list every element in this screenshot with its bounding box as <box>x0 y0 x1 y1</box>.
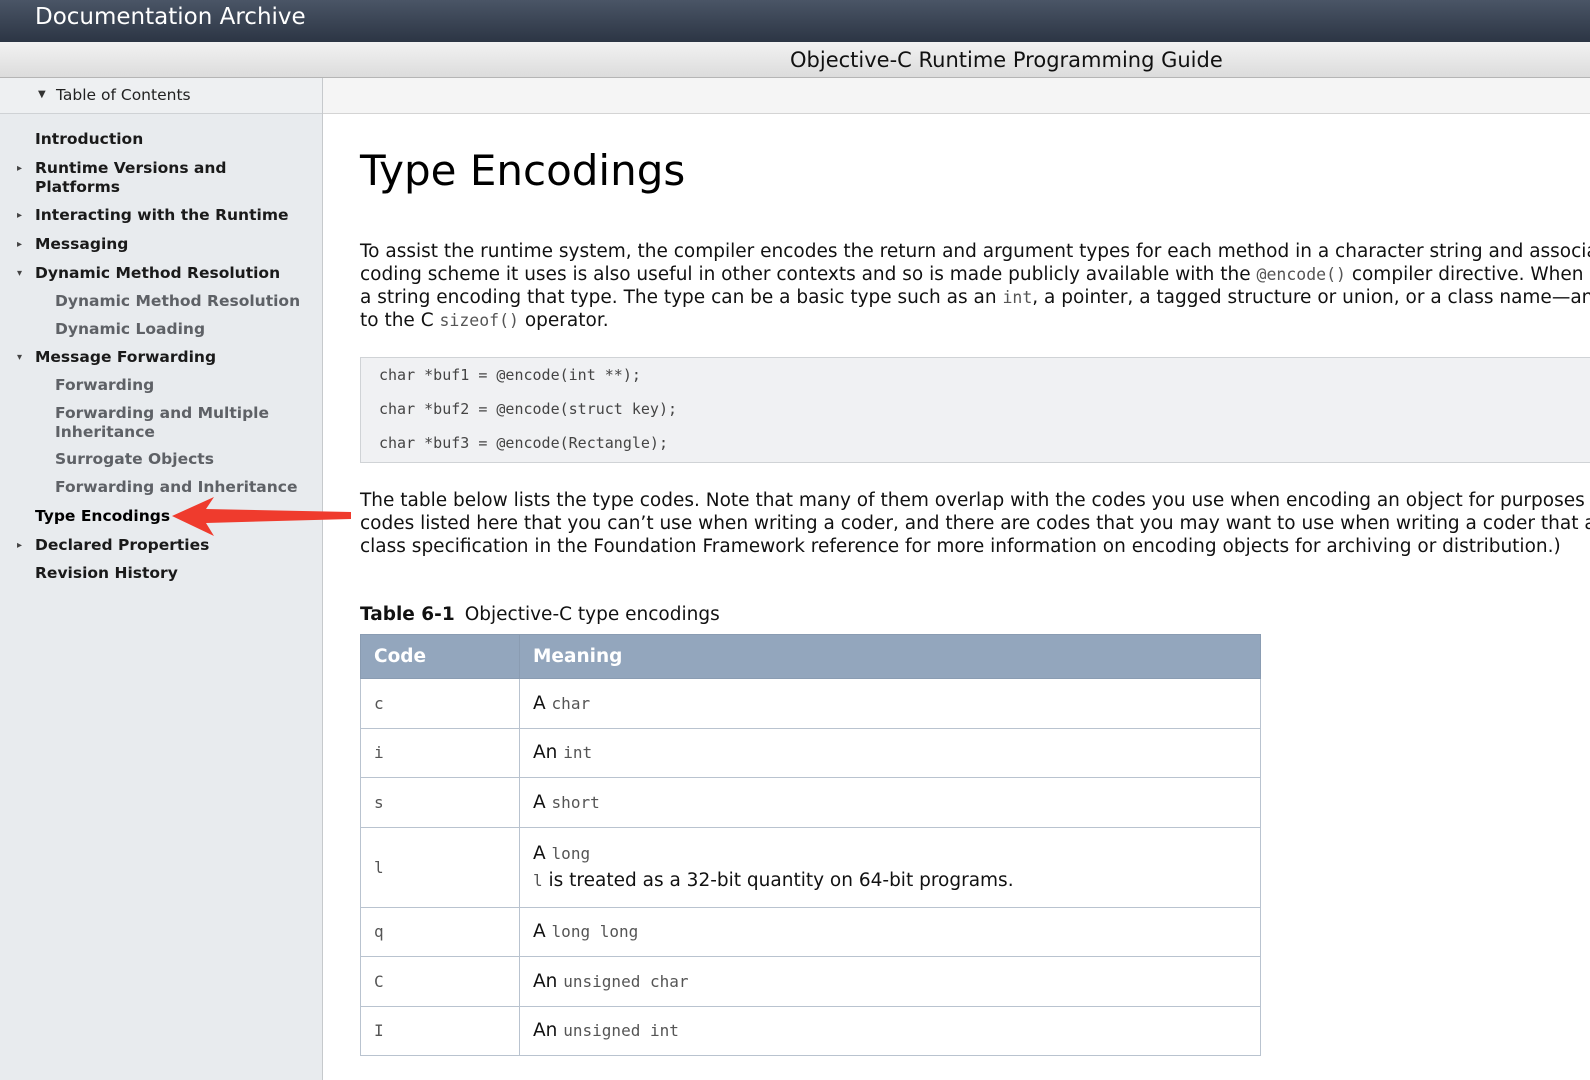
para2-line-1: The table below lists the type codes. No… <box>360 490 1590 511</box>
toc-item-label: Introduction <box>35 130 144 148</box>
toc-item-label: Dynamic Loading <box>55 320 206 338</box>
code-line: char *buf2 = @encode(struct key); <box>379 400 678 418</box>
app-window: Documentation Archive Objective-C Runtim… <box>0 0 1590 1080</box>
toc-item-label: Forwarding <box>55 376 155 394</box>
disclosure-collapsed-icon[interactable]: ▸ <box>17 210 22 221</box>
toc-item-label: Revision History <box>35 564 178 582</box>
table-number: Table 6-1 <box>360 604 455 625</box>
disclosure-collapsed-icon[interactable]: ▸ <box>17 540 22 551</box>
sizeof-code: sizeof() <box>439 311 519 330</box>
meaning-cell: A char <box>519 678 1261 729</box>
toc-item-label: Surrogate Objects <box>55 450 214 468</box>
disclosure-expanded-icon[interactable]: ▾ <box>17 352 22 363</box>
toc-item-label: Dynamic Method Resolution <box>35 264 281 282</box>
toc-item-label: Message Forwarding <box>35 348 217 366</box>
toc-item-label: Type Encodings <box>35 507 171 525</box>
para2-line-3: class specification in the Foundation Fr… <box>360 536 1561 557</box>
meaning-cell: A short <box>519 777 1261 828</box>
table-row: i An int <box>360 727 1261 778</box>
type-name-code: long <box>551 844 591 863</box>
intro-line-3: a string encoding that type. The type ca… <box>360 287 1590 308</box>
disclosure-collapsed-icon[interactable]: ▸ <box>17 239 22 250</box>
type-name-code: short <box>551 792 600 812</box>
int-code: int <box>1002 288 1033 307</box>
code-cell: c <box>360 678 520 729</box>
para2-line-2: codes listed here that you can’t use whe… <box>360 513 1590 534</box>
intro-line-1: To assist the runtime system, the compil… <box>360 241 1590 262</box>
toc-header[interactable]: ▼ Table of Contents <box>0 78 322 114</box>
disclosure-expanded-icon[interactable]: ▾ <box>17 268 22 279</box>
table-title: Objective-C type encodings <box>464 604 720 625</box>
encode-directive-code: @encode() <box>1256 265 1346 284</box>
type-name-code: int <box>563 743 593 763</box>
table-row: sA short <box>360 777 1261 828</box>
code-cell: I <box>360 1005 520 1056</box>
table-row: cA char <box>360 678 1261 729</box>
triangle-down-icon[interactable]: ▼ <box>38 89 46 100</box>
table-row: C An unsigned char <box>360 956 1261 1007</box>
meaning-cell: A long l is treated as a 32-bit quantity … <box>519 826 1261 908</box>
type-name-code: long long <box>551 922 639 942</box>
column-header-meaning: Meaning <box>519 634 1261 679</box>
document-title-bar: Objective-C Runtime Programming Guide <box>0 42 1590 78</box>
code-line: char *buf3 = @encode(Rectangle); <box>379 434 668 452</box>
column-header-code: Code <box>360 634 520 679</box>
toc-item-label-continued: Inheritance <box>55 423 155 441</box>
type-name-code: unsigned int <box>563 1021 679 1041</box>
page-title: Type Encodings <box>360 146 686 195</box>
disclosure-collapsed-icon[interactable]: ▸ <box>17 163 22 174</box>
meaning-cell: An unsigned char <box>519 956 1261 1007</box>
toc-item-label: Messaging <box>35 235 129 253</box>
intro-paragraph: To assist the runtime system, the compil… <box>360 240 1590 332</box>
toc-label: Table of Contents <box>56 86 191 104</box>
table-row: qA long long <box>360 906 1261 957</box>
sidebar: ▼ Table of Contents Introduction ▸ Runtime… <box>0 78 323 1080</box>
intro-line-4: to the C sizeof() operator. <box>360 310 609 331</box>
type-name-code: char <box>551 693 591 713</box>
top-banner: Documentation Archive <box>0 0 1590 42</box>
type-name-code: unsigned char <box>563 971 689 991</box>
content-toolbar-strip <box>323 78 1590 114</box>
toc-item-label: Runtime Versions and <box>35 159 227 177</box>
code-listing: char *buf1 = @encode(int **); char *buf2… <box>360 357 1590 463</box>
toc-item-label: Interacting with the Runtime <box>35 206 289 224</box>
table-caption: Table 6-1 Objective-C type encodings <box>360 604 720 625</box>
meaning-cell: An int <box>519 727 1261 778</box>
code-line: char *buf1 = @encode(int **); <box>379 366 641 384</box>
code-cell: s <box>360 777 520 828</box>
code-cell: i <box>360 727 520 778</box>
code-cell: q <box>360 906 520 957</box>
table-intro-paragraph: The table below lists the type codes. No… <box>360 489 1590 558</box>
code-cell: C <box>360 956 520 1007</box>
meaning-note: l is treated as a 32-bit quantity on 64-… <box>533 870 1014 891</box>
toc-item-label: Dynamic Method Resolution <box>55 292 301 310</box>
toc-item-label-continued: Platforms <box>35 178 120 196</box>
type-encodings-table: Code Meaning cA char i An int s A short l A lo… <box>360 634 1261 1056</box>
site-title[interactable]: Documentation Archive <box>35 3 306 31</box>
intro-line-2: coding scheme it uses is also useful in … <box>360 264 1584 285</box>
toc-item-label: Forwarding and Multiple <box>55 404 270 422</box>
code-cell: l <box>360 826 520 908</box>
meaning-cell: A long long <box>519 906 1261 957</box>
document-title: Objective-C Runtime Programming Guide <box>790 48 1223 72</box>
table-row: lA long l is treated as a 32-bit quantity… <box>360 826 1261 908</box>
main-content: Type Encodings To assist the runtime sys… <box>323 114 1590 1080</box>
table-row: I An unsigned int <box>360 1005 1261 1056</box>
meaning-cell: An unsigned int <box>519 1005 1261 1056</box>
